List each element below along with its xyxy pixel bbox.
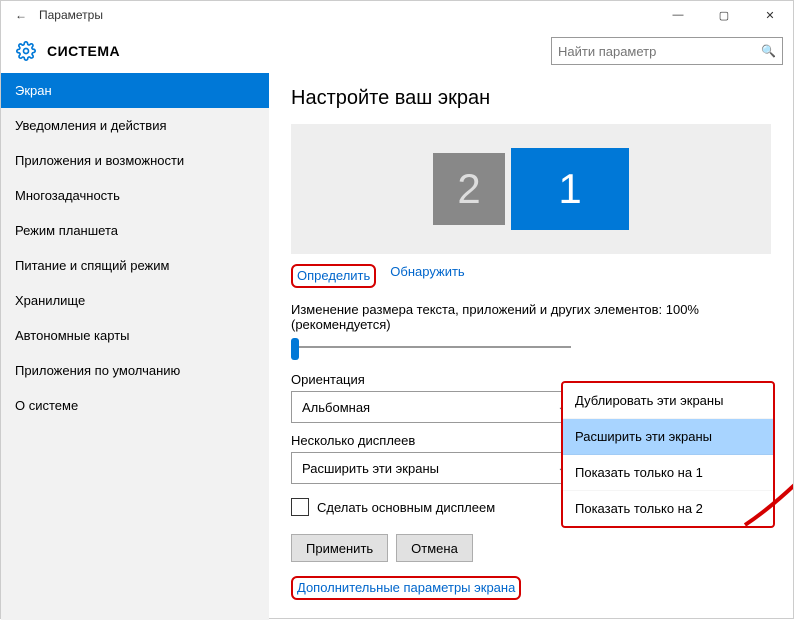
sidebar-item-1[interactable]: Уведомления и действия <box>1 108 269 143</box>
detect-link[interactable]: Обнаружить <box>390 264 464 288</box>
sidebar-item-3[interactable]: Многозадачность <box>1 178 269 213</box>
make-primary-checkbox[interactable] <box>291 498 309 516</box>
multidisplay-option-1[interactable]: Расширить эти экраны <box>563 419 773 455</box>
window-titlebar: ← Параметры — ▢ ✕ <box>1 1 793 29</box>
maximize-button[interactable]: ▢ <box>701 1 747 29</box>
orientation-select[interactable]: Альбомная ⌄ <box>291 391 577 423</box>
multidisplay-option-2[interactable]: Показать только на 1 <box>563 455 773 491</box>
cancel-button[interactable]: Отмена <box>396 534 473 562</box>
sidebar-item-7[interactable]: Автономные карты <box>1 318 269 353</box>
advanced-highlight: Дополнительные параметры экрана <box>291 576 521 600</box>
content-panel: Настройте ваш экран 21 Определить Обнару… <box>269 73 793 620</box>
slider-thumb[interactable] <box>291 338 299 360</box>
sidebar-item-4[interactable]: Режим планшета <box>1 213 269 248</box>
search-box[interactable]: 🔍 <box>551 37 783 65</box>
apply-button[interactable]: Применить <box>291 534 388 562</box>
multidisplay-value: Расширить эти экраны <box>302 461 439 476</box>
slider-track <box>291 346 571 348</box>
search-input[interactable] <box>558 44 761 59</box>
sidebar: ЭкранУведомления и действияПриложения и … <box>1 73 269 620</box>
sidebar-item-6[interactable]: Хранилище <box>1 283 269 318</box>
settings-header: СИСТЕМА 🔍 <box>1 29 793 73</box>
multidisplay-select[interactable]: Расширить эти экраны ⌄ <box>291 452 577 484</box>
multidisplay-dropdown[interactable]: Дублировать эти экраныРасширить эти экра… <box>561 381 775 528</box>
sidebar-item-2[interactable]: Приложения и возможности <box>1 143 269 178</box>
window-controls: — ▢ ✕ <box>655 1 793 29</box>
window-title: Параметры <box>39 8 103 22</box>
identify-highlight: Определить <box>291 264 376 288</box>
sidebar-item-8[interactable]: Приложения по умолчанию <box>1 353 269 388</box>
back-icon[interactable]: ← <box>9 8 33 22</box>
display-1[interactable]: 1 <box>511 148 629 230</box>
display-2[interactable]: 2 <box>433 153 505 225</box>
multidisplay-option-3[interactable]: Показать только на 2 <box>563 491 773 526</box>
orientation-value: Альбомная <box>302 400 370 415</box>
minimize-button[interactable]: — <box>655 1 701 29</box>
multidisplay-option-0[interactable]: Дублировать эти экраны <box>563 383 773 419</box>
display-arrangement[interactable]: 21 <box>291 124 771 254</box>
section-title: СИСТЕМА <box>47 43 120 59</box>
search-icon: 🔍 <box>761 44 776 58</box>
close-button[interactable]: ✕ <box>747 1 793 29</box>
advanced-settings-link[interactable]: Дополнительные параметры экрана <box>297 580 515 595</box>
identify-link[interactable]: Определить <box>297 268 370 283</box>
sidebar-item-9[interactable]: О системе <box>1 388 269 423</box>
gear-icon <box>15 40 37 62</box>
page-heading: Настройте ваш экран <box>291 87 771 110</box>
scale-slider[interactable] <box>291 336 571 360</box>
make-primary-label: Сделать основным дисплеем <box>317 500 495 515</box>
sidebar-item-5[interactable]: Питание и спящий режим <box>1 248 269 283</box>
scale-label: Изменение размера текста, приложений и д… <box>291 302 771 332</box>
sidebar-item-0[interactable]: Экран <box>1 73 269 108</box>
